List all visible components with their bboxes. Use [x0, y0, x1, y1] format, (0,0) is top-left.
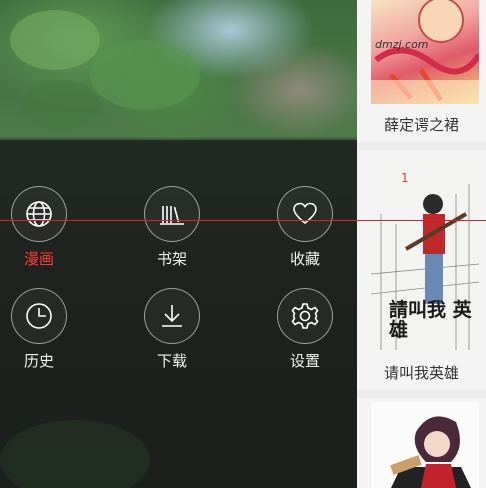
menu-item-comics[interactable]: 漫画 [0, 186, 80, 276]
menu-label-comics: 漫画 [23, 250, 54, 268]
background-foliage [90, 40, 200, 110]
comic-title[interactable]: 薛定谔之裙 [357, 114, 486, 135]
menu-label-favorites: 收藏 [289, 250, 320, 268]
side-menu-panel: 漫画 书架 收藏 历史 下载 设置 [0, 0, 357, 488]
clock-icon [11, 288, 67, 344]
cover-watermark: dmzj.com [375, 38, 429, 51]
gear-icon [277, 288, 333, 344]
comic-cover[interactable] [371, 402, 479, 488]
menu-label-downloads: 下载 [156, 352, 187, 370]
comic-cover[interactable]: dmzj.com [371, 0, 479, 104]
comic-cover[interactable]: 1 請叫我 英雄 [371, 154, 479, 350]
red-guide-line [0, 220, 486, 221]
menu-item-settings[interactable]: 设置 [266, 288, 346, 378]
bookshelf-icon [144, 186, 200, 242]
heart-icon [277, 186, 333, 242]
menu-label-bookshelf: 书架 [156, 250, 187, 268]
menu-item-history[interactable]: 历史 [0, 288, 80, 378]
cover-title-art: 請叫我 英雄 [389, 299, 472, 341]
globe-icon [11, 186, 67, 242]
download-icon [144, 288, 200, 344]
comic-title[interactable]: 请叫我英雄 [357, 362, 486, 383]
menu-item-downloads[interactable]: 下载 [133, 288, 213, 378]
menu-item-favorites[interactable]: 收藏 [266, 186, 346, 276]
menu-label-settings: 设置 [289, 352, 320, 370]
menu-label-history: 历史 [23, 352, 54, 370]
svg-text:1: 1 [401, 171, 409, 185]
background-foliage [10, 10, 100, 70]
list-divider [357, 142, 486, 150]
list-divider [357, 390, 486, 398]
comic-list-panel: dmzj.com 薛定谔之裙 1 請叫我 英雄 请叫我英雄 [357, 0, 486, 488]
menu-item-bookshelf[interactable]: 书架 [133, 186, 213, 276]
background-foliage [20, 80, 100, 130]
